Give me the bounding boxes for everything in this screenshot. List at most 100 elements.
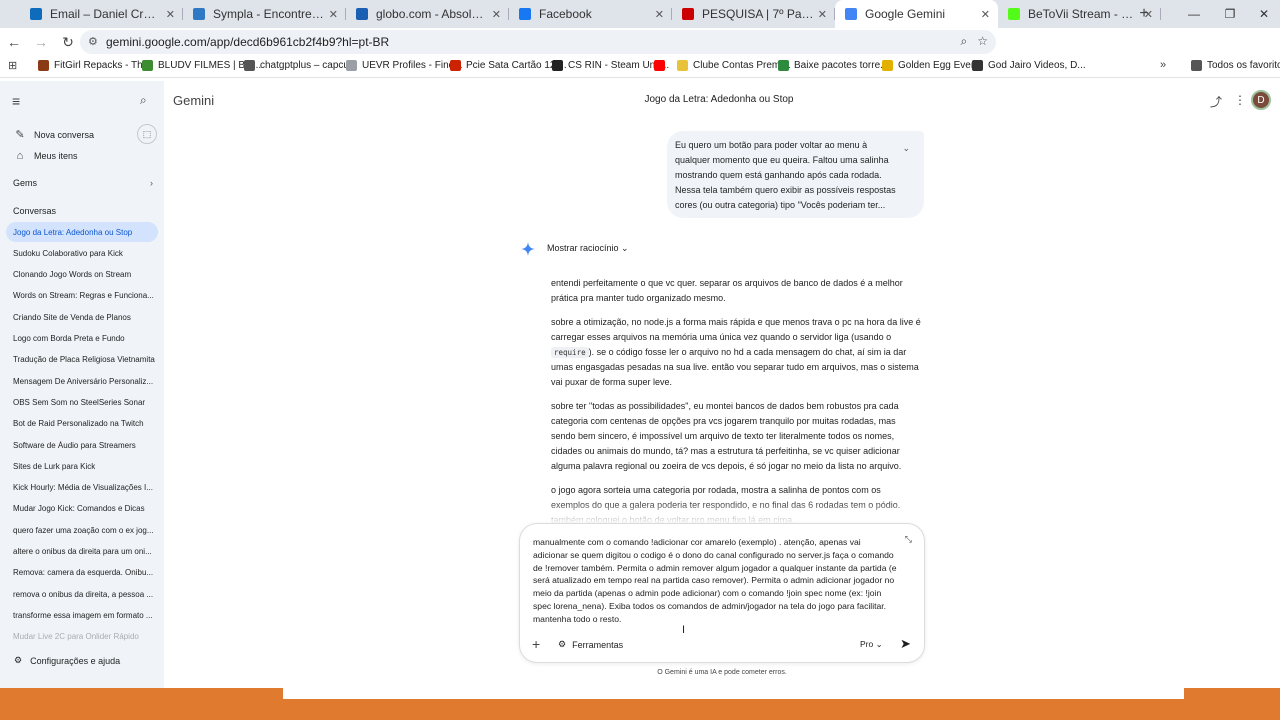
tab-0[interactable]: Email – Daniel Cruz – Outlook ✕: [20, 0, 183, 28]
site-info-icon[interactable]: ⚙: [88, 35, 98, 48]
app-name[interactable]: Gemini: [173, 93, 214, 108]
conversation-item[interactable]: remova o onibus da direita, a pessoa ...: [6, 584, 158, 604]
bookmark-item[interactable]: Golden Egg Event: [882, 60, 979, 71]
reload-icon[interactable]: ↻: [56, 30, 80, 54]
tab-strip: Email – Daniel Cruz – Outlook✕Sympla - E…: [0, 0, 1280, 28]
bookmark-item[interactable]: CS RIN - Steam Und...: [552, 60, 669, 71]
send-icon[interactable]: ➤: [900, 636, 911, 652]
conversation-item[interactable]: Sudoku Colaborativo para Kick: [6, 243, 158, 263]
bookmark-item[interactable]: FitGirl Repacks - Th...: [38, 60, 151, 71]
conversation-item[interactable]: altere o onibus da direita para um oni..…: [6, 542, 158, 562]
conversation-item[interactable]: Mensagem De Aniversário Personaliz...: [6, 371, 158, 391]
temporary-chat-icon[interactable]: ⬚: [137, 124, 157, 144]
my-items-button[interactable]: ⌂ Meus itens: [14, 150, 78, 162]
collapse-icon[interactable]: ⤡: [905, 534, 912, 545]
close-icon[interactable]: ✕: [492, 8, 501, 21]
sparkle-icon: [521, 242, 535, 256]
model-selector[interactable]: Pro ⌄: [860, 639, 883, 650]
bookmark-label: FitGirl Repacks - Th...: [54, 60, 152, 71]
apps-grid-icon[interactable]: ⊞: [8, 59, 17, 72]
bookmark-item[interactable]: Pcie Sata Cartão 12/...: [450, 60, 567, 71]
conversation-item[interactable]: Clonando Jogo Words on Stream: [6, 265, 158, 285]
bookmark-item[interactable]: Todos os favoritos: [1191, 60, 1280, 71]
plus-icon[interactable]: +: [532, 636, 540, 652]
tab-label: Sympla - Encontre os melhores eventos: [213, 7, 325, 21]
chevron-down-icon: ⌄: [621, 243, 629, 253]
close-icon[interactable]: ✕: [655, 8, 664, 21]
conversation-label: Software de Áudio para Streamers: [13, 440, 136, 450]
bookmark-label: God Jairo Videos, D...: [988, 60, 1086, 71]
url-field[interactable]: ⚙ gemini.google.com/app/decd6b961cb2f4b9…: [80, 30, 996, 54]
conversation-item[interactable]: Remova: camera da esquerda. Onibu...: [6, 563, 158, 583]
conversation-label: Sudoku Colaborativo para Kick: [13, 248, 123, 258]
tab-5[interactable]: Google Gemini ✕: [835, 0, 998, 28]
tab-favicon-icon: [845, 8, 857, 20]
show-reasoning-button[interactable]: Mostrar raciocínio ⌄: [547, 243, 629, 254]
conversation-item[interactable]: transforme essa imagem em formato ...: [6, 605, 158, 625]
conversation-item[interactable]: Tradução de Placa Religiosa Vietnamita: [6, 350, 158, 370]
conversation-item[interactable]: OBS Sem Som no SteelSeries Sonar: [6, 392, 158, 412]
conversation-item[interactable]: Jogo da Letra: Adedonha ou Stop: [6, 222, 158, 242]
bookmark-label: Golden Egg Event: [898, 60, 980, 71]
new-chat-button[interactable]: ✎ Nova conversa: [14, 128, 94, 141]
conversation-label: Mudar Jogo Kick: Comandos e Dicas: [13, 504, 145, 514]
close-icon[interactable]: ✕: [981, 8, 990, 21]
close-icon[interactable]: ✕: [818, 8, 827, 21]
tab-label: globo.com - Absolutamente tudo: [376, 7, 488, 21]
library-icon: ⌂: [16, 150, 24, 162]
tab-4[interactable]: PESQUISA | 7º Paredão - Quem ✕: [672, 0, 835, 28]
back-icon[interactable]: ←: [2, 30, 26, 54]
more-vert-icon[interactable]: ⋮: [1234, 93, 1246, 107]
bookmark-item[interactable]: [654, 60, 670, 71]
settings-button[interactable]: ⚙ Configurações e ajuda: [14, 655, 120, 666]
minimize-button[interactable]: —: [1176, 0, 1212, 28]
forward-icon[interactable]: →: [29, 30, 53, 54]
share-icon[interactable]: ⤴: [1210, 93, 1222, 110]
bookmark-label: Baixe pacotes torre...: [794, 60, 889, 71]
tools-button[interactable]: ⚙ Ferramentas: [558, 639, 623, 650]
tab-label: Email – Daniel Cruz – Outlook: [50, 7, 162, 21]
conversation-item[interactable]: Kick Hourly: Média de Visualizações I...: [6, 478, 158, 498]
window-close-button[interactable]: ✕: [1246, 0, 1280, 28]
bookmark-item[interactable]: chatgptplus – capcu...: [244, 60, 357, 71]
conversation-item[interactable]: Words on Stream: Regras e Funciona...: [6, 286, 158, 306]
conversation-item[interactable]: Bot de Raid Personalizado na Twitch: [6, 414, 158, 434]
bookmark-item[interactable]: UEVR Profiles - Find...: [346, 60, 463, 71]
bookmark-star-icon[interactable]: ☆: [977, 34, 988, 49]
tools-icon: ⚙: [558, 639, 567, 649]
menu-icon[interactable]: ≡: [12, 93, 20, 109]
prompt-input-box[interactable]: manualmente com o comando !adicionar cor…: [519, 523, 925, 663]
tab-3[interactable]: Facebook ✕: [509, 0, 672, 28]
conversation-label: Bot de Raid Personalizado na Twitch: [13, 419, 144, 429]
conversation-item[interactable]: Criando Site de Venda de Planos: [6, 307, 158, 327]
gems-section[interactable]: Gems ›: [13, 178, 153, 188]
chevron-down-icon[interactable]: ⌄: [902, 141, 910, 156]
bookmark-favicon-icon: [882, 60, 893, 71]
conversation-item[interactable]: Logo com Borda Preta e Fundo: [6, 329, 158, 349]
zoom-icon[interactable]: ⌕: [961, 34, 968, 49]
conversation-item[interactable]: Mudar Jogo Kick: Comandos e Dicas: [6, 499, 158, 519]
bookmark-favicon-icon: [654, 60, 665, 71]
prompt-input[interactable]: manualmente com o comando !adicionar cor…: [533, 536, 897, 626]
new-chat-label: Nova conversa: [34, 129, 95, 140]
maximize-button[interactable]: ❐: [1212, 0, 1248, 28]
bookmarks-overflow-icon[interactable]: »: [1160, 59, 1166, 71]
user-message-text: Eu quero um botão para poder voltar ao m…: [675, 140, 896, 210]
search-icon[interactable]: ⌕: [140, 93, 147, 108]
conversation-item[interactable]: Mudar Live 2C para Onlider Rápido: [6, 627, 158, 647]
tab-2[interactable]: globo.com - Absolutamente tudo ✕: [346, 0, 509, 28]
close-icon[interactable]: ✕: [166, 8, 175, 21]
bookmark-item[interactable]: Baixe pacotes torre...: [778, 60, 889, 71]
tab-1[interactable]: Sympla - Encontre os melhores eventos ✕: [183, 0, 346, 28]
avatar[interactable]: D: [1251, 90, 1271, 110]
sidebar: ≡ ⌕ ✎ Nova conversa ⬚ ⌂ Meus itens Gems …: [0, 81, 164, 688]
new-tab-button[interactable]: +: [1132, 0, 1156, 28]
conversation-item[interactable]: quero fazer uma zoação com o ex jog...: [6, 520, 158, 540]
bookmark-item[interactable]: God Jairo Videos, D...: [972, 60, 1086, 71]
window-edge: [283, 688, 1184, 699]
conversation-item[interactable]: Sites de Lurk para Kick: [6, 456, 158, 476]
conversation-item[interactable]: Software de Áudio para Streamers: [6, 435, 158, 455]
bookmark-item[interactable]: Clube Contas Premi...: [677, 60, 791, 71]
conversation-label: altere o onibus da direita para um oni..…: [13, 547, 152, 556]
close-icon[interactable]: ✕: [329, 8, 338, 21]
